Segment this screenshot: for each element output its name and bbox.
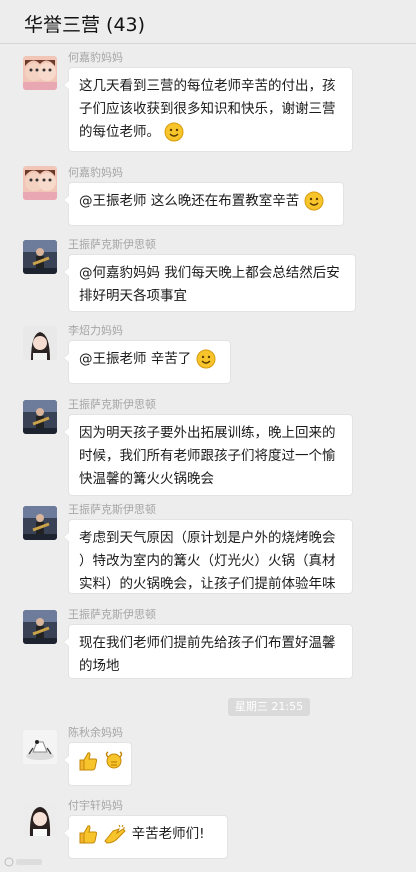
message-text-line: 的每位老师。 bbox=[79, 124, 160, 140]
message-text-line: 因为明天孩子要外出拓展训练，晚上回来的 bbox=[79, 425, 336, 441]
message-bubble[interactable]: 考虑到天气原因（原计划是户外的烧烤晚会 ）特改为室内的篝火（灯光火）火锅（真材 … bbox=[63, 519, 353, 594]
message-bubble[interactable]: 因为明天孩子要外出拓展训练，晚上回来的 时候，我们所有老师跟孩子们将度过一个愉 … bbox=[63, 414, 353, 496]
sender-name: 陈秋余妈妈 bbox=[68, 726, 123, 739]
message-text: 辛苦老师们! bbox=[131, 826, 205, 842]
avatar[interactable] bbox=[23, 56, 57, 90]
message-bubble[interactable]: 这几天看到三营的每位老师辛苦的付出，孩 子们应该收获到很多知识和快乐，谢谢三营 … bbox=[63, 67, 353, 152]
avatar[interactable] bbox=[23, 506, 57, 540]
fist-salute-emoji-icon bbox=[103, 750, 125, 772]
avatar[interactable] bbox=[23, 610, 57, 644]
avatar[interactable] bbox=[23, 802, 57, 836]
thumbs-up-emoji-icon bbox=[77, 750, 99, 772]
sender-name: 何嘉豹妈妈 bbox=[68, 51, 123, 64]
sender-name: 王振萨克斯伊思顿 bbox=[68, 398, 156, 411]
message-bubble[interactable]: 辛苦老师们! bbox=[63, 815, 228, 859]
message-bubble[interactable]: 现在我们老师们提前先给孩子们布置好温馨 的场地 bbox=[63, 624, 353, 679]
message-text-line: 排好明天各项事宜 bbox=[79, 288, 187, 304]
message-text-line: ）特改为室内的篝火（灯光火）火锅（真材 bbox=[79, 553, 336, 569]
message-bubble[interactable]: @王振老师 辛苦了 bbox=[63, 340, 231, 384]
avatar[interactable] bbox=[23, 730, 57, 764]
sender-name: 李炤力妈妈 bbox=[68, 324, 123, 337]
message-text-line: 实料）的火锅晚会，让孩子们提前体验年味 bbox=[79, 576, 336, 592]
message-text-line: 现在我们老师们提前先给孩子们布置好温馨 bbox=[79, 635, 336, 651]
sender-name: 王振萨克斯伊思顿 bbox=[68, 503, 156, 516]
avatar[interactable] bbox=[23, 400, 57, 434]
smile-emoji-icon bbox=[304, 191, 324, 211]
message-text-line: @王振老师 这么晚还在布置教室辛苦 bbox=[79, 193, 300, 209]
avatar[interactable] bbox=[23, 166, 57, 200]
message-bubble[interactable]: @何嘉豹妈妈 我们每天晚上都会总结然后安 排好明天各项事宜 bbox=[63, 254, 356, 312]
message-bubble[interactable]: @王振老师 这么晚还在布置教室辛苦 bbox=[63, 182, 344, 226]
message-text-line: 的场地 bbox=[79, 658, 120, 674]
watermark-logo bbox=[4, 856, 44, 871]
smile-emoji-icon bbox=[164, 122, 184, 142]
sender-name: 付宇轩妈妈 bbox=[68, 799, 123, 812]
message-text-line: 时候，我们所有老师跟孩子们将度过一个愉 bbox=[79, 448, 336, 464]
chat-title: 华誉三营 (43) bbox=[24, 14, 146, 36]
sender-name: 王振萨克斯伊思顿 bbox=[68, 238, 156, 251]
message-bubble[interactable] bbox=[63, 742, 132, 786]
sender-name: 何嘉豹妈妈 bbox=[68, 166, 123, 179]
thumbs-up-emoji-icon bbox=[77, 823, 99, 845]
chat-header: 华誉三营 (43) bbox=[0, 0, 416, 44]
clapping-hands-emoji-icon bbox=[103, 823, 127, 845]
message-text-line: 子们应该收获到很多知识和快乐，谢谢三营 bbox=[79, 101, 336, 117]
message-text-line: 快温馨的篝火火锅晚会 bbox=[79, 471, 214, 487]
sender-name: 王振萨克斯伊思顿 bbox=[68, 608, 156, 621]
message-text-line: 考虑到天气原因（原计划是户外的烧烤晚会 bbox=[79, 530, 336, 546]
avatar[interactable] bbox=[23, 326, 57, 360]
smile-emoji-icon bbox=[196, 349, 216, 369]
message-text-line: @何嘉豹妈妈 我们每天晚上都会总结然后安 bbox=[79, 265, 340, 281]
avatar[interactable] bbox=[23, 240, 57, 274]
message-text-line: @王振老师 辛苦了 bbox=[79, 351, 192, 367]
message-text-line: 这几天看到三营的每位老师辛苦的付出，孩 bbox=[79, 78, 336, 94]
timestamp-chip: 星期三 21:55 bbox=[228, 698, 310, 716]
